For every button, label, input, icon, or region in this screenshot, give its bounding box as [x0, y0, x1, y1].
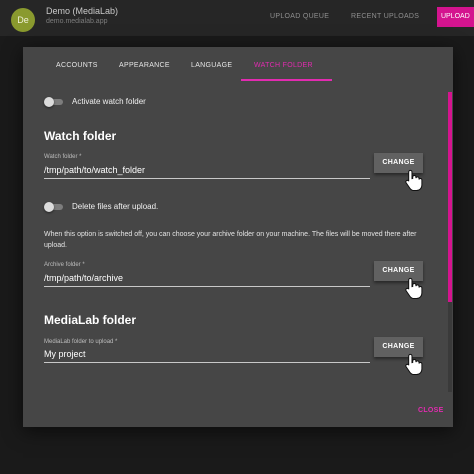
nav-upload-queue[interactable]: UPLOAD QUEUE — [270, 13, 329, 20]
delete-after-upload-label: Delete files after upload. — [72, 202, 159, 211]
upload-button[interactable]: UPLOAD — [437, 7, 474, 27]
workspace-title: Demo (MediaLab) — [46, 6, 119, 16]
tab-appearance[interactable]: APPEARANCE — [119, 62, 170, 69]
activate-watch-folder-toggle[interactable] — [44, 97, 64, 107]
watch-folder-field-label: Watch folder * — [44, 154, 82, 160]
watch-folder-heading: Watch folder — [44, 129, 117, 143]
medialab-folder-heading: MediaLab folder — [44, 313, 137, 327]
app-header: De Demo (MediaLab) demo.medialab.app UPL… — [0, 0, 474, 36]
hand-pointer-icon — [405, 277, 423, 299]
nav-recent-uploads[interactable]: RECENT UPLOADS — [351, 13, 419, 20]
archive-info-text: When this option is switched off, you ca… — [44, 231, 417, 249]
settings-tabs: ACCOUNTS APPEARANCE LANGUAGE WATCH FOLDE… — [23, 47, 453, 83]
tab-watch-folder[interactable]: WATCH FOLDER — [254, 62, 313, 69]
toggle-knob — [44, 97, 54, 107]
delete-after-upload-toggle[interactable] — [44, 202, 64, 212]
medialab-folder-field-label: MediaLab folder to upload * — [44, 339, 118, 345]
archive-folder-field[interactable]: /tmp/path/to/archive — [44, 273, 123, 283]
tab-language[interactable]: LANGUAGE — [191, 62, 232, 69]
workspace-subtitle: demo.medialab.app — [46, 18, 108, 25]
toggle-knob — [44, 202, 54, 212]
hand-pointer-icon — [405, 169, 423, 191]
watch-folder-field[interactable]: /tmp/path/to/watch_folder — [44, 165, 145, 175]
settings-dialog: ACCOUNTS APPEARANCE LANGUAGE WATCH FOLDE… — [23, 47, 453, 427]
tab-accounts[interactable]: ACCOUNTS — [56, 62, 98, 69]
close-button[interactable]: CLOSE — [418, 407, 444, 414]
activate-watch-folder-label: Activate watch folder — [72, 97, 146, 106]
archive-folder-field-label: Archive folder * — [44, 262, 85, 268]
scrollbar-thumb[interactable] — [448, 92, 452, 302]
medialab-folder-underline — [44, 362, 370, 363]
hand-pointer-icon — [405, 353, 423, 375]
archive-folder-underline — [44, 286, 370, 287]
active-tab-indicator — [241, 79, 332, 81]
medialab-folder-field[interactable]: My project — [44, 349, 86, 359]
watch-folder-underline — [44, 178, 370, 179]
workspace-avatar[interactable]: De — [11, 8, 35, 32]
